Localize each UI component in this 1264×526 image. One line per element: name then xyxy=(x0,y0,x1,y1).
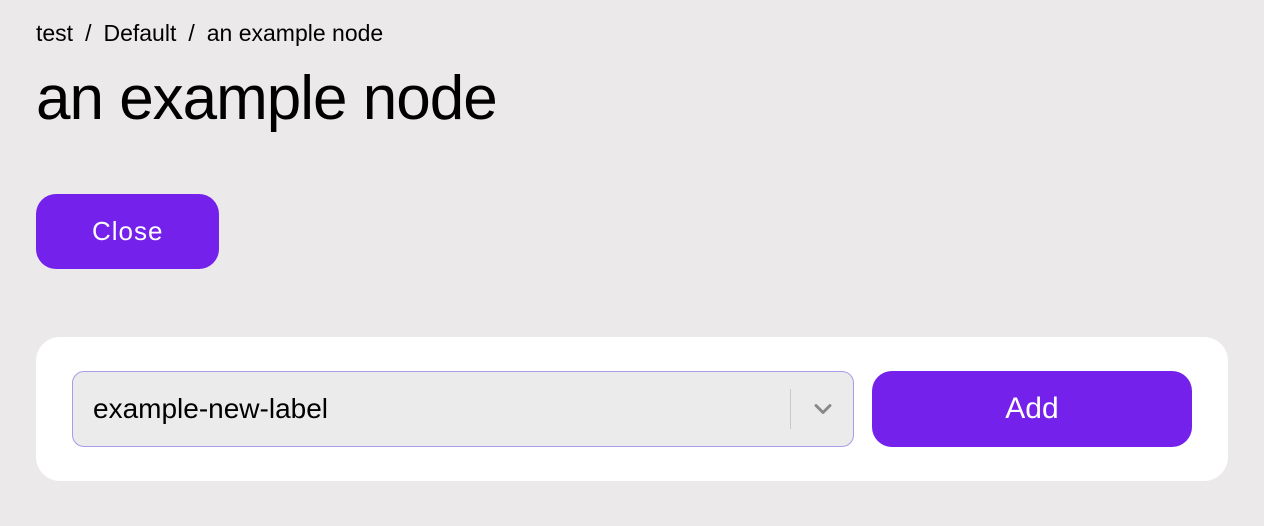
label-combobox[interactable] xyxy=(72,371,854,447)
combobox-divider xyxy=(790,389,791,429)
close-button[interactable]: Close xyxy=(36,194,219,269)
breadcrumb-item-current[interactable]: an example node xyxy=(207,20,383,47)
add-button[interactable]: Add xyxy=(872,371,1192,447)
breadcrumb: test / Default / an example node xyxy=(36,20,1228,47)
chevron-down-icon[interactable] xyxy=(805,391,841,427)
label-input[interactable] xyxy=(93,393,782,425)
label-card: Add xyxy=(36,337,1228,481)
breadcrumb-separator: / xyxy=(188,20,194,47)
breadcrumb-item-default[interactable]: Default xyxy=(103,20,176,47)
breadcrumb-separator: / xyxy=(85,20,91,47)
page-title: an example node xyxy=(36,63,1228,134)
breadcrumb-item-test[interactable]: test xyxy=(36,20,73,47)
